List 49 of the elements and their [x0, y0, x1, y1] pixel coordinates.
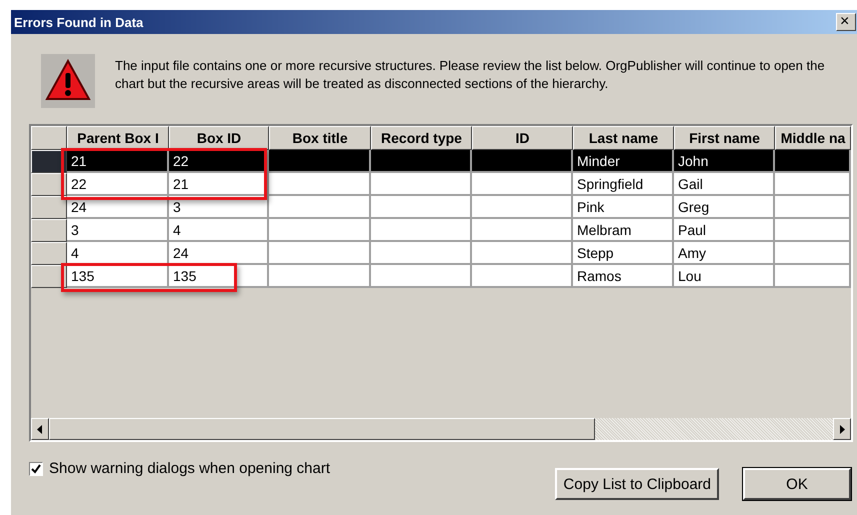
row-header[interactable]	[31, 196, 67, 219]
column-header[interactable]: Last name	[573, 126, 674, 150]
column-header[interactable]: Box title	[269, 126, 371, 150]
column-header[interactable]: Record type	[371, 126, 472, 150]
table-cell: 135	[169, 265, 269, 288]
table-cell: 22	[67, 173, 169, 196]
checkbox-label: Show warning dialogs when opening chart	[49, 460, 330, 477]
checkbox[interactable]	[29, 462, 43, 476]
table-cell: Pink	[573, 196, 674, 219]
table-cell: Lou	[674, 265, 775, 288]
ok-button[interactable]: OK	[743, 468, 851, 500]
row-header[interactable]	[31, 150, 67, 173]
table-cell: John	[674, 150, 775, 173]
row-header[interactable]	[31, 219, 67, 242]
table-cell: 22	[169, 150, 269, 173]
table-cell: Ramos	[573, 265, 674, 288]
table-cell: 4	[67, 242, 169, 265]
table-cell: 135	[67, 265, 169, 288]
table-cell: 21	[169, 173, 269, 196]
right-arrow-icon	[839, 424, 845, 434]
table-cell: Stepp	[573, 242, 674, 265]
table-cell: Springfield	[573, 173, 674, 196]
table-cell: Greg	[674, 196, 775, 219]
column-header[interactable]: Parent Box I	[67, 126, 169, 150]
table-cell: 4	[169, 219, 269, 242]
table-cell: Paul	[674, 219, 775, 242]
message-text: The input file contains one or more recursive structures. Please review the list below. OrgPublisher will continue to open the chart but the recursive areas will be treated as disconnected sections of the hierarchy.	[115, 57, 826, 93]
scrollbar-thumb[interactable]	[49, 418, 595, 440]
row-header[interactable]	[31, 173, 67, 196]
table-cell: Melbram	[573, 219, 674, 242]
table-cell: Amy	[674, 242, 775, 265]
row-header[interactable]	[31, 265, 67, 288]
table-cell: 24	[169, 242, 269, 265]
copy-button[interactable]: Copy List to Clipboard	[555, 468, 719, 500]
column-header[interactable]: Box ID	[169, 126, 269, 150]
column-header[interactable]: Middle na	[775, 126, 851, 150]
table-cell: Minder	[573, 150, 674, 173]
scroll-right-button[interactable]	[833, 418, 851, 440]
left-arrow-icon	[37, 424, 43, 434]
table-cell: Gail	[674, 173, 775, 196]
row-header[interactable]	[31, 242, 67, 265]
window-title: Errors Found in Data	[14, 14, 144, 30]
column-header[interactable]: ID	[472, 126, 573, 150]
close-button[interactable]: ×	[836, 13, 856, 31]
table-cell: 21	[67, 150, 169, 173]
table-cell: 3	[67, 219, 169, 242]
column-header[interactable]: First name	[674, 126, 775, 150]
scroll-left-button[interactable]	[31, 418, 49, 440]
warning-icon	[41, 54, 95, 108]
